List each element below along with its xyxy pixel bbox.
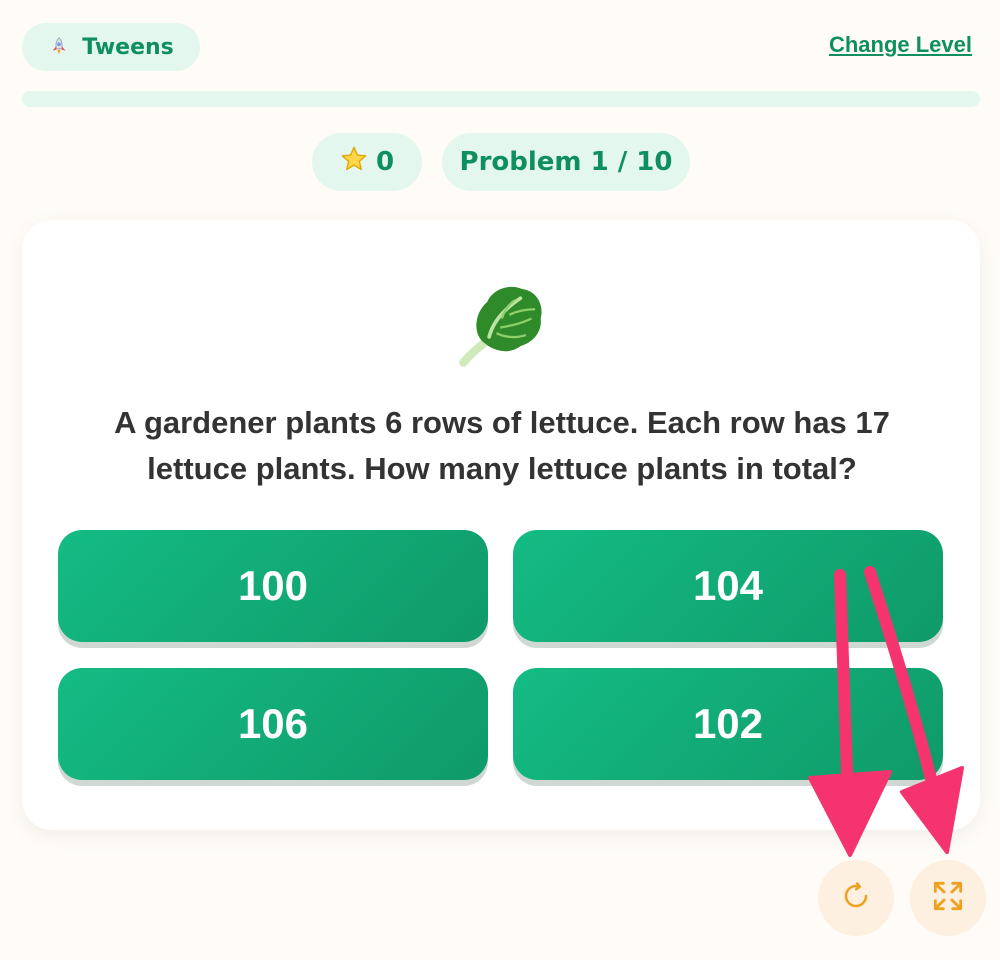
answer-option[interactable]: 100 xyxy=(58,530,488,642)
stars-count: 0 xyxy=(375,147,395,177)
stars-badge: 0 xyxy=(312,133,422,191)
fullscreen-icon xyxy=(929,877,967,919)
fullscreen-button[interactable] xyxy=(910,860,986,936)
lettuce-icon xyxy=(456,278,548,370)
answer-option[interactable]: 106 xyxy=(58,668,488,780)
level-badge: Tweens xyxy=(22,23,200,71)
question-text: A gardener plants 6 rows of lettuce. Eac… xyxy=(114,405,890,486)
restart-icon xyxy=(841,881,871,915)
star-icon xyxy=(340,145,368,180)
problem-label: Problem 1 / 10 xyxy=(459,147,673,177)
progress-bar xyxy=(22,91,980,107)
level-label: Tweens xyxy=(82,34,174,60)
rocket-icon xyxy=(48,36,70,58)
answer-option[interactable]: 104 xyxy=(513,530,943,642)
answer-option[interactable]: 102 xyxy=(513,668,943,780)
problem-counter: Problem 1 / 10 xyxy=(442,133,690,191)
change-level-link[interactable]: Change Level xyxy=(829,32,972,58)
restart-button[interactable] xyxy=(818,860,894,936)
